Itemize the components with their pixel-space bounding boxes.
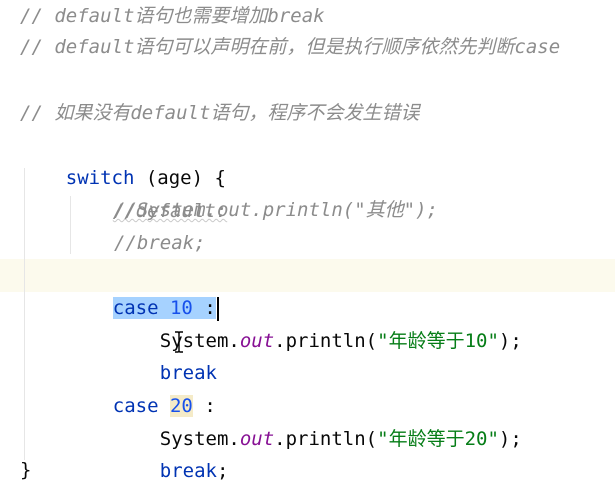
switch-statement-line: switch (age) { bbox=[20, 129, 226, 189]
comment-line-1: // default语句也需要增加break bbox=[20, 5, 325, 27]
print-field: out bbox=[239, 330, 275, 352]
print-string: "年龄等于10" bbox=[377, 330, 499, 352]
break-comment-line: //break; bbox=[114, 232, 206, 254]
case-20-print-line: System.out.println("年龄等于20"); bbox=[114, 390, 522, 450]
case-10-line: case 10 : bbox=[67, 259, 219, 321]
default-comment-line: //default: bbox=[67, 162, 227, 222]
break-semicolon: ; bbox=[216, 460, 229, 482]
code-editor[interactable]: // default语句也需要增加break // default语句可以声明在… bbox=[0, 0, 615, 485]
print-field: out bbox=[239, 428, 275, 450]
case-20-line: case 20 : bbox=[67, 357, 216, 417]
case-10-print-line: System.out.println("年龄等于10"); bbox=[114, 292, 522, 352]
sysout-comment-line: //System.out.println("其他"); bbox=[114, 199, 438, 221]
print-method: .println( bbox=[274, 428, 378, 450]
case-20-break-line: break; bbox=[114, 422, 229, 482]
print-suffix: ); bbox=[498, 330, 522, 352]
text-ibeam-icon bbox=[175, 331, 183, 353]
comment-line-2: // default语句可以声明在前，但是执行顺序依然先判断case bbox=[20, 36, 561, 58]
print-string: "年龄等于20" bbox=[377, 428, 499, 450]
comment-line-3: // 如果没有default语句，程序不会发生错误 bbox=[20, 102, 420, 124]
print-method: .println( bbox=[274, 330, 378, 352]
case-10-break-line: break bbox=[114, 324, 217, 384]
closing-brace: } bbox=[20, 459, 32, 481]
break-keyword: break bbox=[159, 460, 217, 482]
print-suffix: ); bbox=[498, 428, 522, 450]
